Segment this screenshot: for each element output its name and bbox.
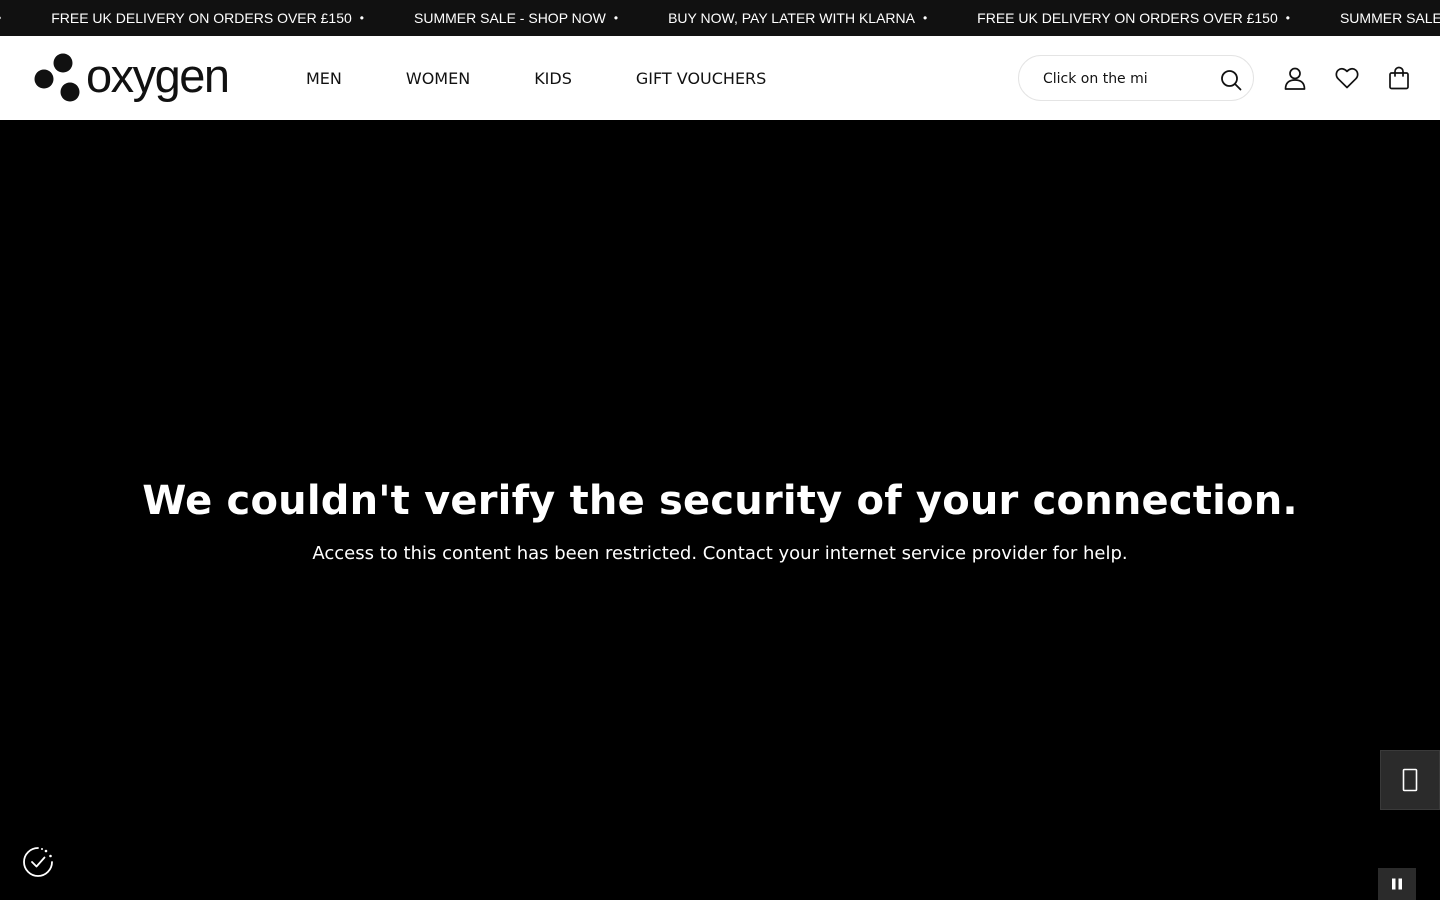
error-message: Access to this content has been restrict…	[312, 543, 1128, 564]
pause-icon	[1392, 878, 1402, 890]
ticker-track: • FREE UK DELIVERY ON ORDERS OVER £150• …	[0, 0, 1440, 36]
account-button[interactable]	[1282, 65, 1308, 91]
ticker-item[interactable]: FREE UK DELIVERY ON ORDERS OVER £150 •	[51, 10, 364, 26]
search-input[interactable]	[1043, 68, 1213, 90]
ticker-separator: •	[613, 11, 619, 25]
search-icon	[1221, 70, 1242, 91]
oxygen-logo-dots-icon	[34, 53, 80, 102]
ticker-item[interactable]: SUMMER SALE - SHOP NOW •	[414, 10, 618, 26]
ticker-separator: •	[0, 11, 1, 25]
nav-item-men[interactable]: MEN	[306, 69, 342, 88]
logo-link[interactable]: oxygen	[34, 48, 234, 103]
account-icon	[1284, 67, 1306, 90]
ticker-separator: •	[922, 11, 928, 25]
search-box	[1018, 55, 1254, 101]
ticker-item[interactable]: BUY NOW, PAY LATER WITH KLARNA •	[668, 10, 927, 26]
ticker-pause-button[interactable]	[1378, 868, 1416, 900]
ticker-text: SUMMER SALE - SHOP NOW	[1339, 10, 1440, 26]
ticker-text: SUMMER SALE - SHOP NOW	[414, 10, 606, 26]
shopping-bag-icon	[1389, 66, 1409, 90]
ticker-text: BUY NOW, PAY LATER WITH KLARNA	[668, 10, 915, 26]
error-section: We couldn't verify the security of your …	[0, 120, 1440, 900]
error-title: We couldn't verify the security of your …	[142, 478, 1298, 524]
bag-button[interactable]	[1386, 65, 1412, 91]
ticker-separator: •	[359, 11, 364, 25]
ticker-text: FREE UK DELIVERY ON ORDERS OVER £150	[51, 10, 352, 26]
nav-item-gift-vouchers[interactable]: GIFT VOUCHERS	[636, 69, 766, 88]
side-widget-button[interactable]	[1380, 750, 1440, 810]
ticker-item[interactable]: FREE UK DELIVERY ON ORDERS OVER £150 •	[977, 10, 1290, 26]
cookie-consent-button[interactable]	[21, 845, 55, 879]
wishlist-button[interactable]	[1334, 65, 1360, 91]
nav-item-women[interactable]: WOMEN	[406, 69, 470, 88]
main-nav: MEN WOMEN KIDS GIFT VOUCHERS	[306, 36, 830, 120]
ticker-separator: •	[1285, 11, 1290, 25]
nav-item-kids[interactable]: KIDS	[534, 69, 572, 88]
site-header: oxygen MEN WOMEN KIDS GIFT VOUCHERS	[0, 36, 1440, 120]
announcement-ticker: • FREE UK DELIVERY ON ORDERS OVER £150• …	[0, 0, 1440, 36]
cookie-consent-icon	[23, 847, 53, 877]
phone-icon	[1402, 768, 1418, 792]
ticker-item[interactable]: SUMMER SALE - SHOP NOW	[1340, 10, 1440, 26]
search-button[interactable]	[1219, 68, 1243, 92]
wishlist-heart-icon	[1335, 67, 1359, 89]
logo-text: oxygen	[86, 48, 230, 102]
ticker-item: •	[0, 11, 1, 25]
ticker-text: FREE UK DELIVERY ON ORDERS OVER £150	[977, 10, 1278, 26]
